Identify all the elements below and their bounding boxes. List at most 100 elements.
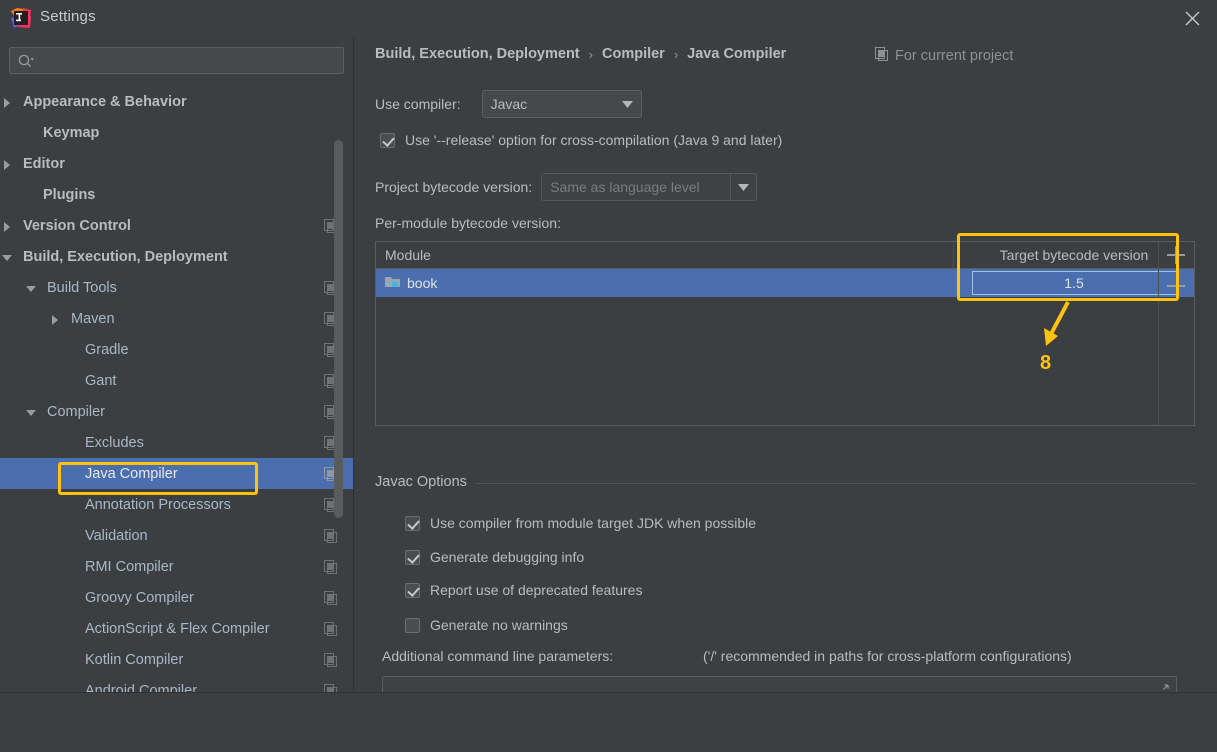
per-module-table: Module Target bytecode version book 1.5 (375, 241, 1195, 426)
use-compiler-row: Use compiler: Javac (375, 90, 642, 118)
additional-params-hint: ('/' recommended in paths for cross-plat… (703, 648, 1072, 664)
sidebar-scrollbar-thumb[interactable] (334, 140, 343, 518)
chevron-right-icon[interactable] (1, 158, 13, 170)
scope-indicator: For current project (875, 47, 1013, 65)
sidebar-item-annotation-processors[interactable]: Annotation Processors (0, 489, 353, 520)
sidebar-item-label: RMI Compiler (85, 558, 174, 575)
copy-icon[interactable] (324, 652, 338, 667)
sidebar-item-gant[interactable]: Gant (0, 365, 353, 396)
sidebar-item-label: Keymap (43, 124, 100, 141)
copy-icon[interactable] (324, 590, 338, 605)
sidebar-item-label: Gant (85, 372, 117, 389)
sidebar-item-label: Android Compiler (85, 682, 198, 693)
chevron-right-icon[interactable] (1, 96, 13, 108)
checkbox-generate-debugging-info[interactable]: Generate debugging info (405, 549, 584, 565)
checkbox-use-module-jdk[interactable]: Use compiler from module target JDK when… (405, 515, 756, 531)
sidebar-item-label: Java Compiler (85, 465, 178, 482)
add-icon[interactable] (1167, 246, 1185, 264)
sidebar-item-label: Plugins (43, 186, 96, 203)
chevron-down-icon[interactable] (1, 251, 13, 263)
sidebar-item-kotlin-compiler[interactable]: Kotlin Compiler (0, 644, 353, 675)
sidebar-item-build-tools[interactable]: Build Tools (0, 272, 353, 303)
checkbox-box (405, 582, 420, 598)
close-icon[interactable] (1175, 2, 1209, 34)
sidebar-item-label: Groovy Compiler (85, 589, 194, 606)
additional-params-label: Additional command line parameters: (382, 648, 614, 664)
use-compiler-label: Use compiler: (375, 96, 461, 112)
sidebar-item-label: Kotlin Compiler (85, 651, 184, 668)
checkbox-label: Report use of deprecated features (430, 582, 643, 598)
checkbox-generate-no-warnings[interactable]: Generate no warnings (405, 617, 568, 633)
column-header-module[interactable]: Module (376, 242, 954, 268)
module-name: book (407, 275, 438, 291)
dialog-footer: ? OK Cancel Apply (0, 692, 1217, 752)
sidebar-item-excludes[interactable]: Excludes (0, 427, 353, 458)
sidebar-item-label: ActionScript & Flex Compiler (85, 620, 270, 637)
target-bytecode-value[interactable]: 1.5 (971, 271, 1177, 295)
window-title: Settings (40, 8, 96, 25)
javac-options-title: Javac Options (375, 474, 475, 490)
sidebar-item-keymap[interactable]: Keymap (0, 117, 353, 148)
project-bytecode-label: Project bytecode version: (375, 179, 533, 195)
sidebar-scrollbar-track[interactable] (334, 88, 348, 688)
search-input[interactable] (35, 53, 343, 68)
search-icon (17, 53, 35, 69)
breadcrumb-item[interactable]: Compiler (602, 46, 665, 62)
additional-params-input[interactable] (382, 676, 1177, 692)
sidebar-item-maven[interactable]: Maven (0, 303, 353, 334)
breadcrumb-separator: › (588, 46, 593, 62)
search-field[interactable] (9, 47, 344, 74)
chevron-down-icon (730, 174, 756, 200)
chevron-right-icon[interactable] (1, 220, 13, 232)
remove-icon[interactable] (1167, 277, 1185, 295)
sidebar-item-gradle[interactable]: Gradle (0, 334, 353, 365)
project-bytecode-row: Project bytecode version: Same as langua… (375, 173, 758, 201)
sidebar-item-appearance-behavior[interactable]: Appearance & Behavior (0, 86, 353, 117)
sidebar-item-java-compiler[interactable]: Java Compiler (0, 458, 353, 489)
sidebar-item-actionscript-flex-compiler[interactable]: ActionScript & Flex Compiler (0, 613, 353, 644)
use-compiler-dropdown[interactable]: Javac (481, 90, 642, 118)
table-side-buttons (1158, 242, 1194, 425)
sidebar-item-label: Excludes (85, 434, 144, 451)
sidebar-item-label: Compiler (47, 403, 106, 420)
breadcrumb-separator: › (673, 46, 679, 62)
copy-icon (875, 47, 889, 65)
breadcrumb-item[interactable]: Build, Execution, Deployment (375, 46, 580, 62)
settings-tree: Appearance & Behavior Keymap Editor Plugins… (0, 86, 353, 693)
sidebar-item-compiler[interactable]: Compiler (0, 396, 353, 427)
sidebar-item-editor[interactable]: Editor (0, 148, 353, 179)
sidebar-item-groovy-compiler[interactable]: Groovy Compiler (0, 582, 353, 613)
checkbox-label: Use compiler from module target JDK when… (430, 515, 757, 531)
group-divider (375, 483, 1195, 484)
intellij-idea-logo (10, 7, 32, 29)
expand-icon[interactable] (1155, 684, 1169, 692)
chevron-down-icon[interactable] (25, 406, 37, 418)
copy-icon[interactable] (324, 528, 338, 543)
sidebar-item-android-compiler[interactable]: Android Compiler (0, 675, 353, 693)
copy-icon[interactable] (324, 683, 338, 692)
use-compiler-value: Javac (490, 96, 528, 112)
sidebar-item-version-control[interactable]: Version Control (0, 210, 353, 241)
chevron-down-icon (615, 91, 641, 117)
checkbox-box (380, 132, 395, 148)
scope-label: For current project (895, 48, 1014, 64)
table-row[interactable]: book 1.5 (376, 269, 1194, 297)
sidebar-item-rmi-compiler[interactable]: RMI Compiler (0, 551, 353, 582)
checkbox-report-deprecated[interactable]: Report use of deprecated features (405, 582, 642, 598)
breadcrumb-item[interactable]: Java Compiler (687, 46, 786, 62)
sidebar-item-validation[interactable]: Validation (0, 520, 353, 551)
sidebar-item-label: Validation (85, 527, 148, 544)
copy-icon[interactable] (324, 559, 338, 574)
sidebar-item-build-execution-deployment[interactable]: Build, Execution, Deployment (0, 241, 353, 272)
checkbox-label: Generate no warnings (430, 617, 568, 633)
sidebar-item-label: Build Tools (47, 279, 117, 296)
chevron-right-icon[interactable] (49, 313, 61, 325)
chevron-down-icon[interactable] (25, 282, 37, 294)
release-option-checkbox[interactable]: Use '--release' option for cross-compila… (380, 132, 782, 148)
project-bytecode-dropdown[interactable]: Same as language level (541, 173, 758, 201)
copy-icon[interactable] (324, 621, 338, 636)
sidebar-item-label: Annotation Processors (85, 496, 231, 513)
titlebar: Settings (0, 0, 1217, 36)
checkbox-label: Generate debugging info (430, 549, 585, 565)
sidebar-item-plugins[interactable]: Plugins (0, 179, 353, 210)
